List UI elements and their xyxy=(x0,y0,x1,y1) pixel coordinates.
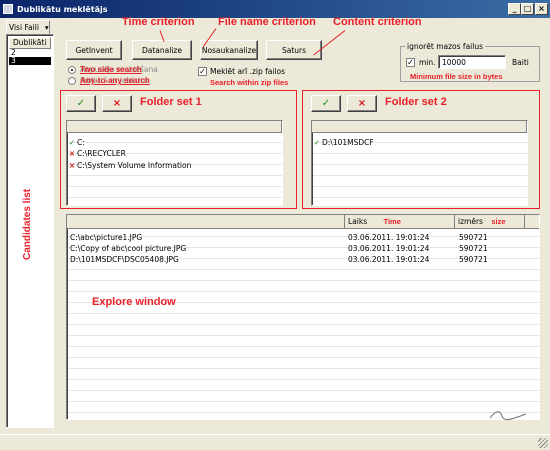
folder-set-2-remove-button[interactable]: × xyxy=(347,95,377,112)
tab-dropdown-icon: ▾ xyxy=(44,22,49,32)
folder-path: C: xyxy=(77,138,85,147)
folder-set-1-header xyxy=(67,121,282,133)
table-row[interactable]: D:\101MSDCF\DSC05408.JPG 03.06.2011. 19:… xyxy=(67,254,539,265)
tab-all-files-label: Visi Faili xyxy=(9,22,39,32)
maximize-button[interactable]: □ xyxy=(521,3,534,15)
file-size: 590721 xyxy=(459,255,488,264)
ignore-small-files-title: ignorēt mazos failus xyxy=(405,42,485,51)
two-side-search-annotation: Two side search xyxy=(80,65,142,74)
folder-set-2-header xyxy=(312,121,527,133)
tab-all-files[interactable]: Visi Faili ▾ xyxy=(6,20,50,34)
min-size-checkbox[interactable]: ✓ xyxy=(406,58,415,67)
time-column-header[interactable]: Laiks Time xyxy=(345,215,455,228)
file-name-criterion-annotation: File name criterion xyxy=(218,16,316,28)
table-row[interactable]: C:\abc\picture1.JPG 03.06.2011. 19:01:24… xyxy=(67,232,539,243)
path-column-header[interactable] xyxy=(67,215,345,228)
any-to-any-search-annotation: Any-to-any search xyxy=(80,76,150,85)
min-size-unit: Baiti xyxy=(512,58,529,67)
exclude-cross-icon: × xyxy=(68,149,76,158)
folder-row[interactable]: ✓ D:\101MSDCF xyxy=(312,137,527,148)
close-button[interactable]: × xyxy=(535,3,548,15)
include-check-icon: ✓ xyxy=(313,138,321,147)
time-criterion-annotation: Time criterion xyxy=(122,16,195,28)
folder-set-1-list[interactable]: ✓ C: × C:\RECYCLER × C:\System Volume In… xyxy=(66,120,283,206)
window-title: Dublikātu meklētājs xyxy=(17,4,108,14)
folder-row[interactable]: × C:\RECYCLER xyxy=(67,148,282,159)
folder-row[interactable]: ✓ C: xyxy=(67,137,282,148)
resize-grip-icon[interactable] xyxy=(538,438,548,448)
content-criterion-annotation: Content criterion xyxy=(333,16,422,28)
include-check-icon: ✓ xyxy=(68,138,76,147)
status-bar xyxy=(0,434,550,450)
nosaukanalize-button[interactable]: Nosaukanalize xyxy=(200,40,258,60)
size-column-header[interactable]: izmērs size xyxy=(455,215,525,228)
file-time: 03.06.2011. 19:01:24 xyxy=(348,244,430,253)
file-size: 590721 xyxy=(459,244,488,253)
file-path: D:\101MSDCF\DSC05408.JPG xyxy=(70,255,179,264)
minimize-button[interactable]: _ xyxy=(508,3,521,15)
app-icon xyxy=(3,4,13,14)
folder-path: C:\RECYCLER xyxy=(77,149,126,158)
datanalize-button[interactable]: Datanalize xyxy=(132,40,192,60)
size-column-annotation: size xyxy=(491,217,506,226)
getinvent-button[interactable]: GetInvent xyxy=(66,40,122,60)
file-time: 03.06.2011. 19:01:24 xyxy=(348,233,430,242)
candidate-item-selected[interactable]: 3 xyxy=(9,57,51,65)
folder-set-2-list[interactable]: ✓ D:\101MSDCF xyxy=(311,120,528,206)
saturs-button[interactable]: Saturs xyxy=(266,40,322,60)
folder-path: C:\System Volume Information xyxy=(77,161,192,170)
file-time: 03.06.2011. 19:01:24 xyxy=(348,255,430,264)
zip-search-label: Meklēt arī .zip failos xyxy=(210,67,286,76)
candidates-list-annotation: Candidates list xyxy=(22,188,33,260)
file-size: 590721 xyxy=(459,233,488,242)
folder-set-2-annotation: Folder set 2 xyxy=(385,96,447,108)
two-side-search-radio[interactable] xyxy=(68,66,76,74)
table-row[interactable]: C:\Copy of abc\cool picture.JPG 03.06.20… xyxy=(67,243,539,254)
explore-window-annotation: Explore window xyxy=(92,296,176,308)
file-path: C:\abc\picture1.JPG xyxy=(70,233,143,242)
time-column-label: Laiks xyxy=(348,217,368,226)
folder-row[interactable]: × C:\System Volume Information xyxy=(67,160,282,171)
file-path: C:\Copy of abc\cool picture.JPG xyxy=(70,244,187,253)
folder-set-1-remove-button[interactable]: × xyxy=(102,95,132,112)
zip-search-annotation: Search within zip files xyxy=(210,78,289,87)
time-column-annotation: Time xyxy=(383,217,401,226)
folder-set-1-annotation: Folder set 1 xyxy=(140,96,202,108)
signature-logo xyxy=(489,411,527,421)
any-to-any-search-radio[interactable] xyxy=(68,77,76,85)
folder-path: D:\101MSDCF xyxy=(322,138,374,147)
folder-set-1-add-button[interactable]: ✓ xyxy=(66,95,96,112)
folder-set-2-add-button[interactable]: ✓ xyxy=(311,95,341,112)
zip-search-checkbox[interactable]: ✓ xyxy=(198,67,207,76)
explore-header: Laiks Time izmērs size xyxy=(67,215,539,229)
min-size-label: min. xyxy=(419,58,436,67)
size-column-label: izmērs xyxy=(458,217,483,226)
exclude-cross-icon: × xyxy=(68,161,76,170)
min-size-annotation: Minimum file size in bytes xyxy=(410,72,503,81)
min-size-input[interactable]: 10000 xyxy=(438,55,506,69)
explore-window[interactable]: Laiks Time izmērs size C:\abc\picture1.J… xyxy=(66,214,540,420)
